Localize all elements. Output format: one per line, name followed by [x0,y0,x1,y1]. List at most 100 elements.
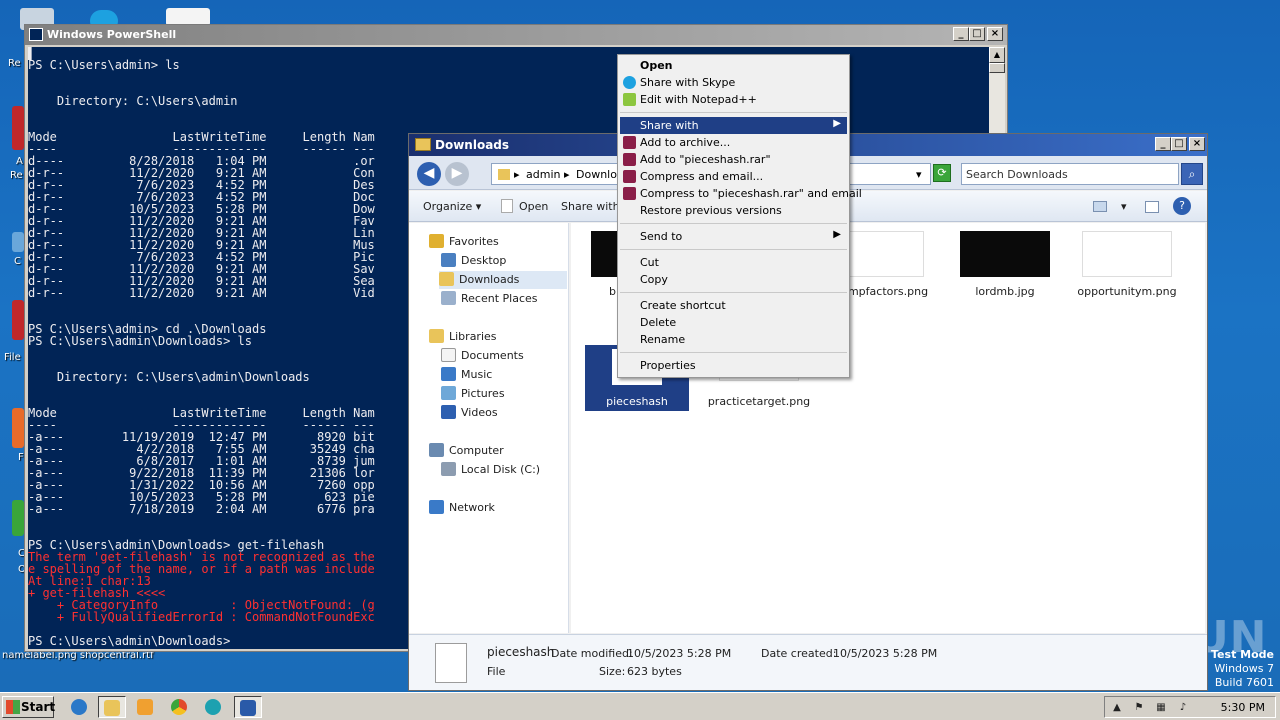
app-desktop-icon[interactable] [12,232,24,252]
folder-small-icon [498,169,510,180]
menu-compress-email[interactable]: Compress and email... [620,168,847,185]
nav-local-disk[interactable]: Local Disk (C:) [441,461,561,479]
preview-pane-icon[interactable] [1145,201,1159,213]
taskbar-powershell[interactable] [234,696,262,718]
menu-open[interactable]: Open [620,57,847,74]
menu-separator [620,249,847,250]
acrobat-desktop-icon[interactable] [12,106,24,150]
context-menu: Open Share with Skype Edit with Notepad+… [617,54,862,378]
notepad-plus-icon [623,93,636,106]
menu-rename[interactable]: Rename [620,331,847,348]
menu-edit-notepad[interactable]: Edit with Notepad++ [620,91,847,108]
menu-share-skype[interactable]: Share with Skype [620,74,847,91]
taskbar-ie[interactable] [66,696,94,718]
nav-documents[interactable]: Documents [441,347,561,365]
test-mode-line: Test Mode [1211,648,1274,661]
address-dropdown-icon[interactable]: ▾ [916,168,922,181]
scroll-up-arrow-icon[interactable]: ▲ [989,47,1005,63]
nav-computer[interactable]: Computer [429,442,559,460]
nav-favorites[interactable]: Favorites [429,233,559,251]
menu-copy[interactable]: Copy [620,271,847,288]
share-with-button[interactable]: Share with [561,200,620,213]
forward-arrow-icon[interactable]: ▶ [445,162,469,186]
libraries-icon [429,329,444,343]
maximize-button[interactable]: □ [1171,137,1187,151]
menu-restore-versions[interactable]: Restore previous versions [620,202,847,219]
file-item[interactable]: opportunitym.png [1077,231,1177,298]
action-center-flag-icon[interactable]: ⚑ [1133,702,1145,714]
chrome-desktop-icon[interactable] [12,500,24,536]
menu-send-to[interactable]: Send to ▶ [620,228,847,245]
organize-button[interactable]: Organize ▾ [423,200,481,213]
taskbar-media-player[interactable] [132,696,160,718]
explorer-title: Downloads [435,138,510,152]
skype-icon [623,76,636,89]
details-filename: pieceshash [487,645,555,659]
menu-create-shortcut[interactable]: Create shortcut [620,297,847,314]
view-options-icon[interactable] [1093,201,1107,212]
nav-libraries[interactable]: Libraries [429,328,559,346]
open-button[interactable]: Open [519,200,548,213]
nav-pictures[interactable]: Pictures [441,385,561,403]
menu-properties[interactable]: Properties [620,357,847,374]
file-item[interactable]: lordmb.jpg [955,231,1055,298]
desktop-label: File [4,352,21,363]
view-dropdown-icon[interactable]: ▾ [1121,200,1127,213]
search-icon[interactable]: ⌕ [1181,163,1203,185]
desktop-label: A [16,156,23,167]
minimize-button[interactable]: _ [1155,137,1171,151]
breadcrumb-admin[interactable]: admin [526,168,560,181]
build-line: Build 7601 [1214,676,1274,689]
search-input[interactable]: Search Downloads [961,163,1179,185]
nav-recent-places[interactable]: Recent Places [441,290,561,308]
taskbar-edge[interactable] [200,696,228,718]
network-tray-icon[interactable]: ▦ [1155,702,1167,714]
menu-share-with[interactable]: Share with ▶ [620,117,847,134]
close-button[interactable]: × [987,27,1003,41]
menu-separator [620,223,847,224]
winrar-icon [623,187,636,200]
internet-explorer-icon [71,699,87,715]
powershell-titlebar[interactable]: Windows PowerShell _ □ × [25,25,1007,45]
nav-videos[interactable]: Videos [441,404,561,422]
help-icon[interactable]: ? [1173,197,1191,215]
minimize-button[interactable]: _ [953,27,969,41]
winrar-icon [623,170,636,183]
folder-icon [415,138,431,151]
breadcrumb-arrow-icon[interactable]: ▸ [514,168,520,181]
desktop-label: Re [8,58,21,69]
back-arrow-icon[interactable]: ◀ [417,162,441,186]
tray-expand-icon[interactable]: ▲ [1111,702,1123,714]
menu-add-archive[interactable]: Add to archive... [620,134,847,151]
menu-delete[interactable]: Delete [620,314,847,331]
winrar-icon [623,136,636,149]
menu-cut[interactable]: Cut [620,254,847,271]
close-button[interactable]: × [1189,137,1205,151]
os-version-line: Windows 7 [1214,662,1274,675]
maximize-button[interactable]: □ [969,27,985,41]
videos-icon [441,405,456,419]
media-player-icon [137,699,153,715]
breadcrumb-arrow-icon[interactable]: ▸ [564,168,570,181]
recent-places-icon [441,291,456,305]
test-mode-notice: Test Mode Windows 7 Build 7601 [1211,648,1274,690]
start-button[interactable]: Start [2,696,55,718]
clock[interactable]: 5:30 PM [1221,701,1265,714]
firefox-desktop-icon[interactable] [12,408,24,448]
nav-music[interactable]: Music [441,366,561,384]
menu-add-rar[interactable]: Add to "pieceshash.rar" [620,151,847,168]
filezilla-desktop-icon[interactable] [12,300,24,340]
image-thumbnail [842,231,924,277]
taskbar-explorer[interactable] [98,696,126,718]
menu-compress-rar-email[interactable]: Compress to "pieceshash.rar" and email [620,185,862,202]
taskbar-chrome[interactable] [166,696,194,718]
refresh-icon[interactable]: ⟳ [933,164,951,182]
nav-desktop[interactable]: Desktop [441,252,561,270]
submenu-arrow-icon: ▶ [833,118,841,129]
scrollbar-thumb[interactable] [989,63,1005,73]
nav-downloads[interactable]: Downloads [439,271,567,289]
nav-network[interactable]: Network [429,499,559,517]
menu-separator [620,292,847,293]
volume-icon[interactable]: ♪ [1177,702,1189,714]
details-size-label: Size: [599,665,626,678]
